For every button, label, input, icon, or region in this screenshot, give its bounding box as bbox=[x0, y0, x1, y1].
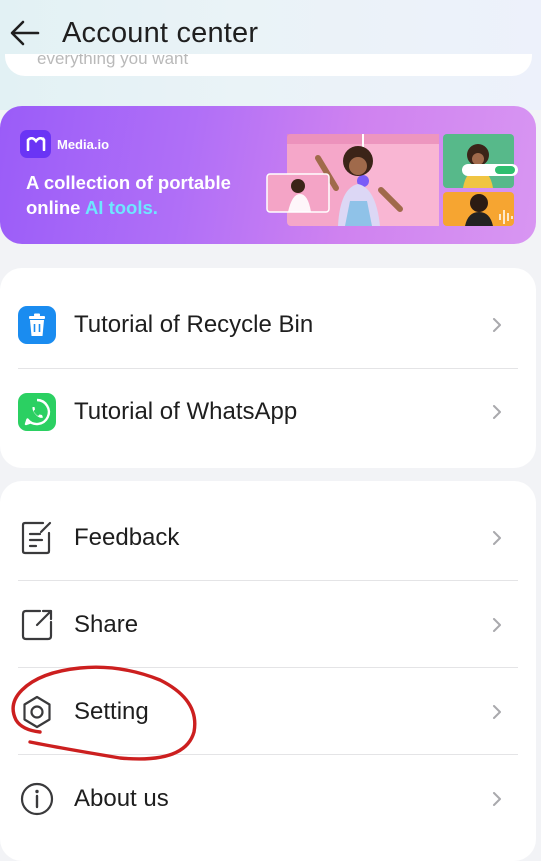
chevron-right-icon bbox=[490, 618, 504, 632]
tutorials-card: Tutorial of Recycle Bin Tutorial of What… bbox=[0, 268, 536, 468]
item-label: Share bbox=[74, 611, 139, 638]
item-label: Tutorial of Recycle Bin bbox=[74, 311, 314, 338]
page-title: Account center bbox=[62, 17, 259, 49]
divider bbox=[18, 667, 518, 668]
banner-headline: A collection of portable online AI tools… bbox=[26, 172, 231, 218]
item-label: Feedback bbox=[74, 524, 180, 551]
divider bbox=[18, 580, 518, 581]
whatsapp-tutorial-item[interactable]: Tutorial of WhatsApp bbox=[0, 369, 536, 455]
partial-text: everything you want bbox=[37, 54, 189, 68]
info-icon bbox=[18, 780, 56, 818]
setting-item[interactable]: Setting bbox=[0, 669, 536, 755]
gear-icon bbox=[18, 693, 56, 731]
divider bbox=[18, 754, 518, 755]
chevron-right-icon bbox=[490, 405, 504, 419]
back-button[interactable] bbox=[8, 16, 42, 50]
item-label: Setting bbox=[74, 698, 149, 725]
arrow-left-icon bbox=[10, 20, 40, 46]
chevron-right-icon bbox=[490, 792, 504, 806]
chevron-right-icon bbox=[490, 705, 504, 719]
item-label: About us bbox=[74, 785, 169, 812]
feedback-item[interactable]: Feedback bbox=[0, 495, 536, 581]
menu-card: Feedback Share Setting About us bbox=[0, 481, 536, 861]
share-item[interactable]: Share bbox=[0, 582, 536, 668]
partial-card-top: everything you want bbox=[5, 54, 532, 76]
brand-name: Media.io bbox=[57, 137, 110, 152]
about-us-item[interactable]: About us bbox=[0, 756, 536, 842]
chevron-right-icon bbox=[490, 531, 504, 545]
recycle-bin-icon bbox=[18, 306, 56, 344]
recycle-bin-tutorial-item[interactable]: Tutorial of Recycle Bin bbox=[0, 282, 536, 368]
share-icon bbox=[18, 606, 56, 644]
mediaio-logo-icon bbox=[20, 130, 51, 158]
whatsapp-icon bbox=[18, 393, 56, 431]
item-label: Tutorial of WhatsApp bbox=[74, 398, 298, 425]
chevron-right-icon bbox=[490, 318, 504, 332]
feedback-icon bbox=[18, 519, 56, 557]
